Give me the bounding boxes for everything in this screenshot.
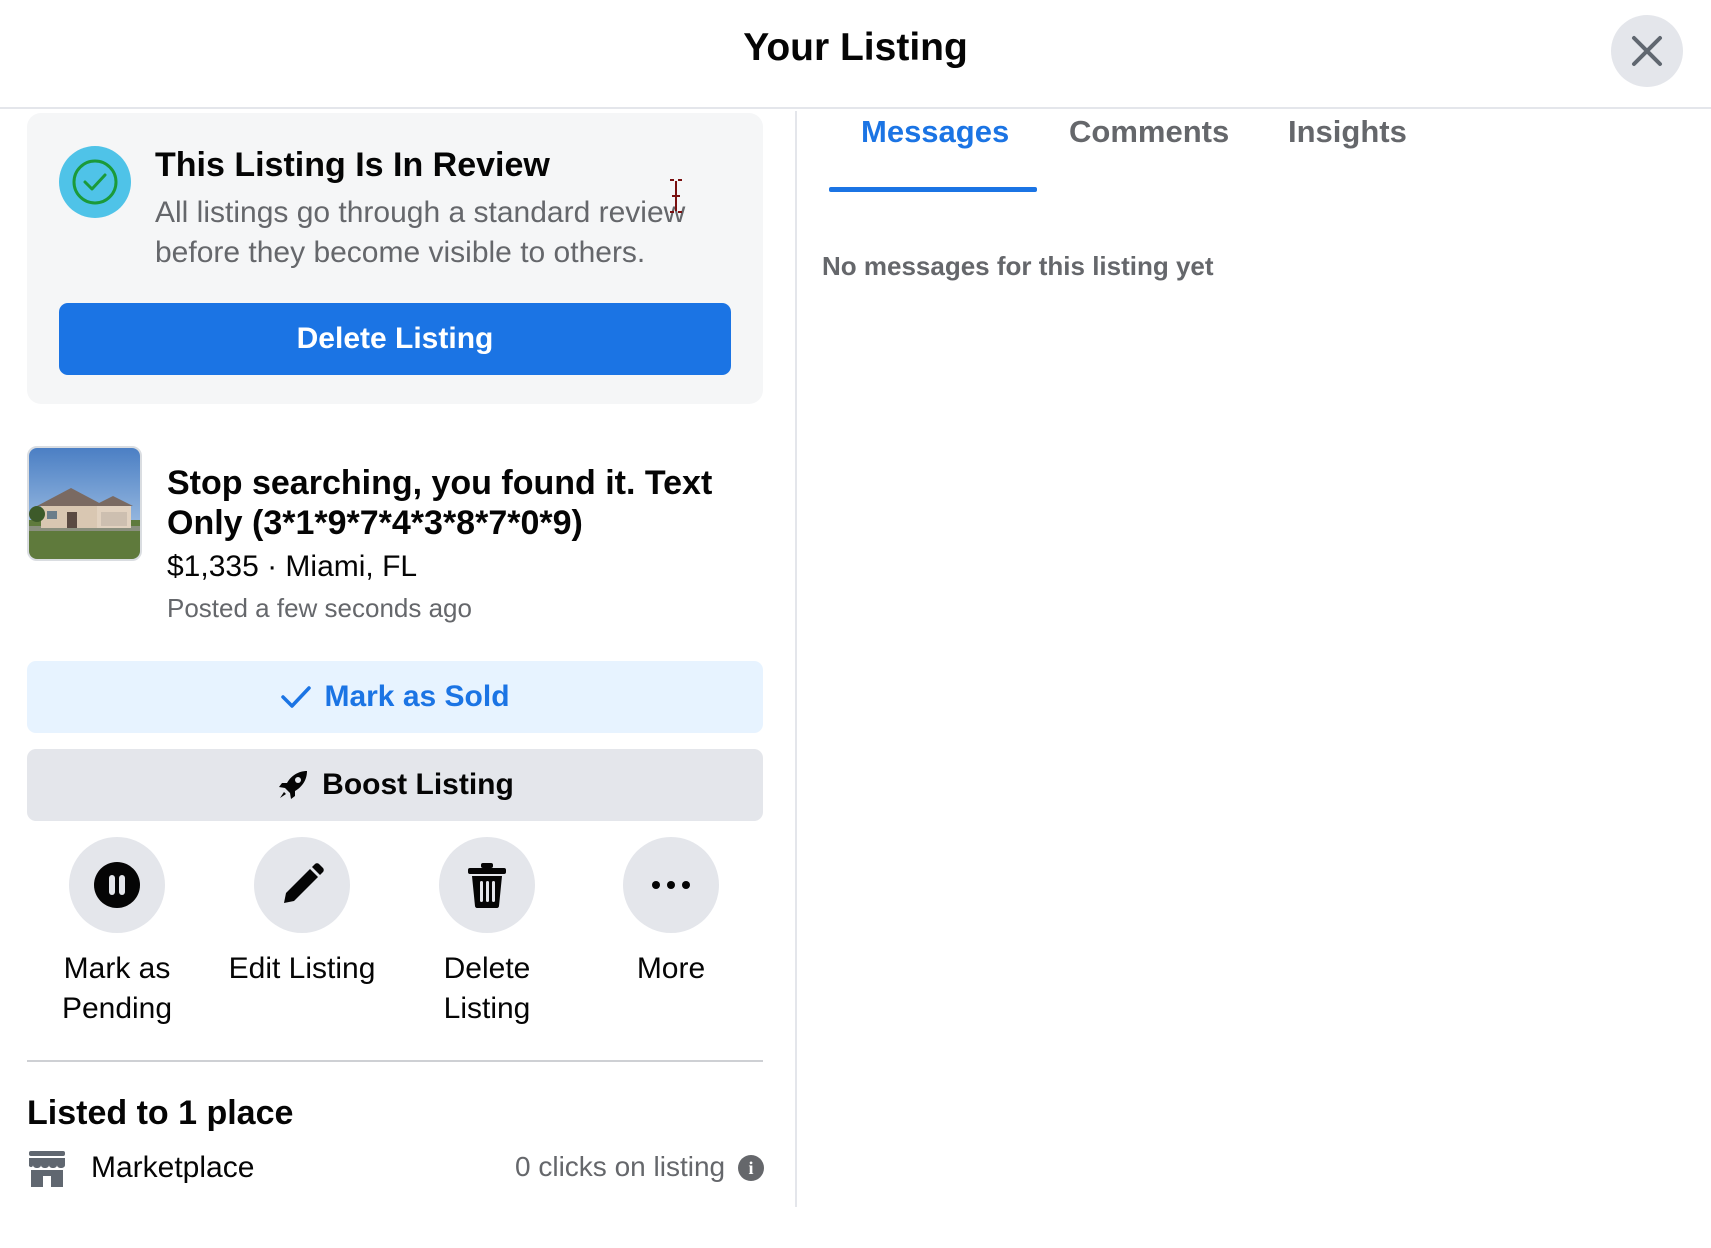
listing-title: Stop searching, you found it. Text Only … xyxy=(167,464,713,542)
check-circle-icon xyxy=(59,146,131,218)
more-icon xyxy=(652,881,690,889)
more-action[interactable]: More xyxy=(581,837,761,989)
review-description: All listings go through a standard revie… xyxy=(155,196,686,269)
clicks-count: 0 clicks on listing xyxy=(515,1151,726,1182)
delete-listing-action[interactable]: Delete Listing xyxy=(397,837,577,1029)
tab-messages[interactable]: Messages xyxy=(861,114,1009,150)
pause-icon xyxy=(94,862,140,908)
listed-to-heading: Listed to 1 place xyxy=(27,1094,294,1132)
boost-listing-button[interactable]: Boost Listing xyxy=(27,749,763,821)
mark-as-pending-button[interactable] xyxy=(69,837,165,933)
delete-listing-primary-button[interactable]: Delete Listing xyxy=(59,303,731,375)
trash-icon xyxy=(468,863,506,908)
more-button[interactable] xyxy=(623,837,719,933)
mark-as-pending-action[interactable]: Mark as Pending xyxy=(27,837,207,1029)
active-tab-indicator xyxy=(829,187,1037,192)
tab-comments[interactable]: Comments xyxy=(1069,114,1229,150)
mark-as-sold-label: Mark as Sold xyxy=(324,680,510,713)
delete-listing-button[interactable] xyxy=(439,837,535,933)
edit-listing-label: Edit Listing xyxy=(228,952,376,985)
more-label: More xyxy=(636,952,706,985)
review-notice: This Listing Is In Review All listings g… xyxy=(27,113,763,404)
text-cursor-icon xyxy=(670,179,682,213)
review-title: This Listing Is In Review xyxy=(155,146,550,184)
marketplace-label: Marketplace xyxy=(91,1151,255,1184)
listing-price-location: $1,335 · Miami, FL xyxy=(167,550,418,583)
listing-panel: This Listing Is In Review All listings g… xyxy=(0,111,795,1211)
edit-listing-action[interactable]: Edit Listing xyxy=(212,837,392,989)
pencil-icon xyxy=(284,863,324,903)
checkmark-icon xyxy=(281,686,312,708)
dialog-header: Your Listing xyxy=(0,0,1711,109)
listing-posted-time: Posted a few seconds ago xyxy=(167,593,472,623)
section-divider xyxy=(27,1060,763,1062)
dialog-title: Your Listing xyxy=(743,26,968,69)
tab-insights[interactable]: Insights xyxy=(1288,114,1407,150)
marketplace-icon xyxy=(29,1151,65,1187)
edit-listing-button[interactable] xyxy=(254,837,350,933)
boost-listing-label: Boost Listing xyxy=(322,768,514,801)
close-icon xyxy=(1632,36,1662,66)
mark-as-pending-label: Mark as Pending xyxy=(61,952,173,1025)
no-messages-text: No messages for this listing yet xyxy=(822,251,1214,281)
info-icon[interactable]: i xyxy=(738,1155,764,1181)
listing-thumbnail[interactable] xyxy=(27,446,142,561)
rocket-icon xyxy=(279,771,308,799)
close-button[interactable] xyxy=(1611,15,1683,87)
mark-as-sold-button[interactable]: Mark as Sold xyxy=(27,661,763,733)
delete-listing-label: Delete Listing xyxy=(443,952,531,1025)
panel-divider xyxy=(795,111,797,1207)
